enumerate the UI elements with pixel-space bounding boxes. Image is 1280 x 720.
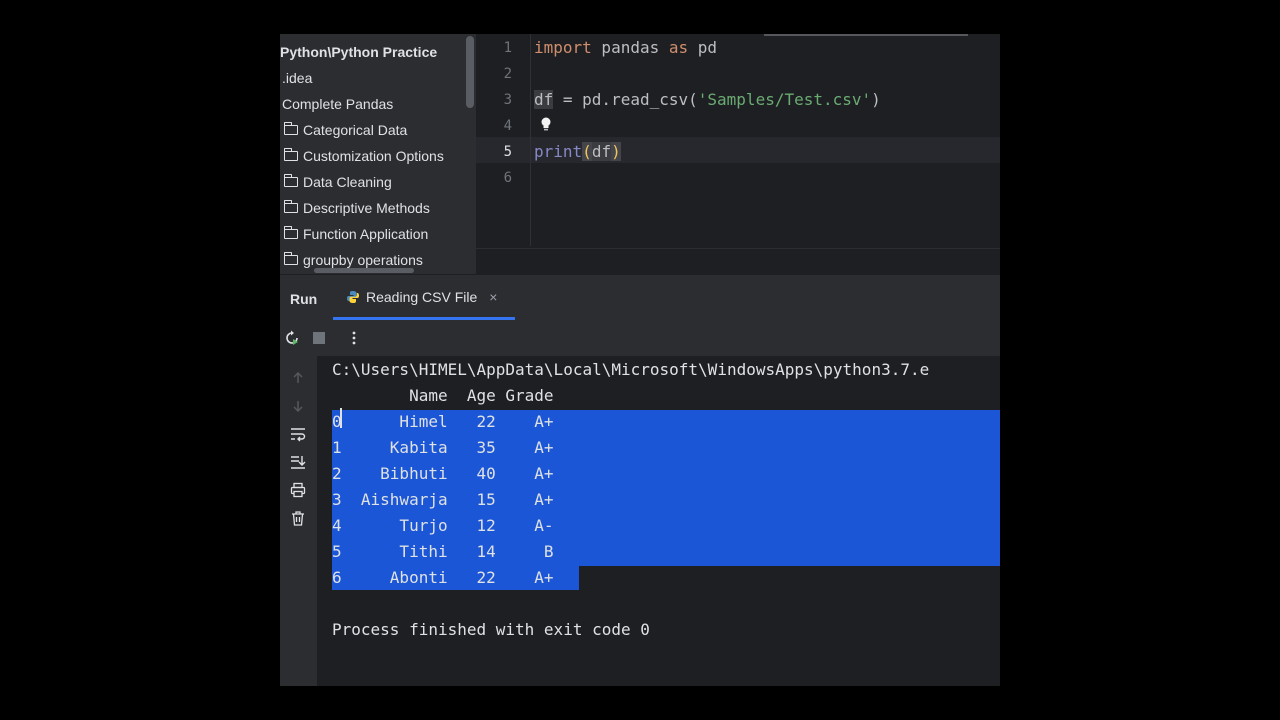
code-text: ) [871, 90, 881, 109]
variable-df: df [534, 90, 554, 109]
gutter-divider [530, 34, 531, 246]
run-toolbar [280, 320, 1000, 357]
arrow-up-icon [293, 371, 303, 383]
text-cursor [340, 408, 342, 428]
folder-icon [283, 122, 298, 135]
folder-icon [283, 200, 298, 213]
folder-icon [283, 226, 298, 239]
dataframe-row: 2 Bibhuti 40 A+ [332, 464, 554, 483]
scroll-up-button[interactable] [288, 368, 308, 388]
soft-wrap-icon [291, 428, 306, 442]
dataframe-row: 6 Abonti 22 A+ [332, 568, 554, 587]
code-line-3: df = pd.read_csv('Samples/Test.csv') [534, 87, 881, 113]
exit-message: Process finished with exit code 0 [332, 620, 650, 639]
line-number: 1 [503, 40, 512, 56]
tree-item-label: .idea [282, 70, 313, 86]
python-icon [347, 291, 359, 303]
project-root-label: Python\Python Practice [280, 44, 438, 60]
print-button[interactable] [288, 480, 308, 500]
tree-item-label: Customization Options [303, 148, 444, 164]
console-output[interactable]: C:\Users\HIMEL\AppData\Local\Microsoft\W… [317, 356, 1000, 686]
tree-horizontal-scrollbar[interactable] [314, 268, 414, 273]
folder-icon [283, 252, 298, 265]
lightbulb-icon[interactable] [540, 116, 552, 132]
tree-item-label: Categorical Data [303, 122, 408, 138]
paren-close: ) [611, 142, 621, 161]
code-line-5: print(df) [534, 139, 621, 165]
line-number: 4 [503, 118, 512, 134]
editor-bottom-border [476, 248, 1000, 249]
string-literal: 'Samples/Test.csv' [697, 90, 872, 109]
ide-window: Python\Python Practice .idea Complete Pa… [280, 34, 1000, 686]
line-number: 6 [503, 170, 512, 186]
tab-reading-csv-file[interactable]: Reading CSV File × [346, 275, 497, 319]
tree-item-data-cleaning[interactable]: Data Cleaning [282, 170, 392, 194]
tree-item-complete-pandas[interactable]: Complete Pandas [282, 92, 393, 116]
tree-item-categorical-data[interactable]: Categorical Data [282, 118, 407, 142]
tree-vertical-scrollbar[interactable] [466, 36, 474, 108]
project-root[interactable]: Python\Python Practice [280, 40, 437, 64]
run-panel-header: Run Reading CSV File × [280, 274, 1000, 321]
tree-item-customization-options[interactable]: Customization Options [282, 144, 444, 168]
line-number-active: 5 [503, 144, 512, 160]
project-tree: Python\Python Practice .idea Complete Pa… [280, 34, 476, 274]
folder-icon [283, 148, 298, 161]
console-side-toolbar [280, 356, 317, 686]
tree-item-label: Descriptive Methods [303, 200, 430, 216]
builtin-print: print [534, 142, 583, 161]
clear-all-button[interactable] [288, 508, 308, 528]
run-panel-title: Run [290, 291, 318, 307]
tree-item-label: Function Application [303, 226, 429, 242]
stop-button[interactable] [309, 328, 329, 348]
tree-item-idea[interactable]: .idea [282, 66, 312, 90]
rerun-button[interactable] [282, 328, 302, 348]
rerun-icon [286, 330, 298, 345]
dataframe-row: 0 Himel 22 A+ [332, 412, 554, 431]
line-number: 2 [503, 66, 512, 82]
folder-icon [283, 174, 298, 187]
print-icon [290, 482, 306, 498]
stop-icon [313, 332, 325, 344]
tree-item-label: Data Cleaning [303, 174, 392, 190]
scroll-to-end-button[interactable] [288, 452, 308, 472]
line-number: 3 [503, 92, 512, 108]
scroll-to-end-icon [291, 456, 306, 469]
scroll-down-button[interactable] [288, 396, 308, 416]
code-text: = pd.read_csv( [553, 90, 698, 109]
line-number-gutter: 1 2 3 4 5 6 [476, 34, 530, 274]
tab-label: Reading CSV File [366, 289, 478, 305]
tree-item-label: Complete Pandas [282, 96, 394, 112]
soft-wrap-button[interactable] [288, 424, 308, 444]
trash-icon [292, 511, 304, 526]
alias-name: pd [688, 38, 718, 57]
code-editor[interactable]: 1 2 3 4 5 6 import pandas as pd df = pd.… [476, 34, 1000, 274]
interpreter-path: C:\Users\HIMEL\AppData\Local\Microsoft\W… [332, 360, 930, 379]
module-name: pandas [591, 38, 669, 57]
dataframe-row: 3 Aishwarja 15 A+ [332, 490, 554, 509]
editor-horizontal-scrollbar[interactable] [764, 34, 968, 36]
keyword-import: import [534, 38, 592, 57]
arrow-down-icon [293, 401, 303, 413]
more-options-button[interactable] [344, 328, 364, 348]
more-vertical-icon [352, 331, 356, 345]
tree-item-function-application[interactable]: Function Application [282, 222, 428, 246]
dataframe-header: Name Age Grade [332, 386, 554, 405]
dataframe-row: 1 Kabita 35 A+ [332, 438, 554, 457]
tree-item-descriptive-methods[interactable]: Descriptive Methods [282, 196, 430, 220]
variable-df: df [591, 142, 612, 161]
keyword-as: as [668, 38, 689, 57]
dataframe-row: 5 Tithi 14 B [332, 542, 554, 561]
close-icon[interactable]: × [489, 289, 497, 305]
code-line-1: import pandas as pd [534, 35, 717, 61]
paren-open: ( [582, 142, 592, 161]
dataframe-row: 4 Turjo 12 A- [332, 516, 554, 535]
